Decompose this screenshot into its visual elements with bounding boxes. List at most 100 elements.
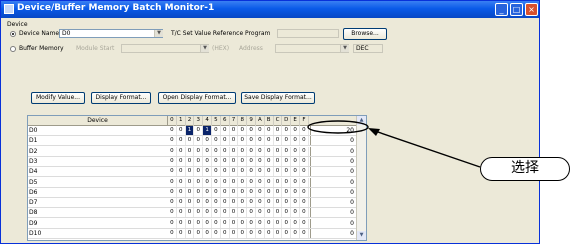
bit-cell[interactable]: 0 (282, 177, 292, 187)
bit-cell[interactable]: 0 (203, 136, 212, 146)
bit-cell[interactable]: 0 (168, 167, 177, 177)
bit-cell[interactable]: 0 (282, 208, 292, 218)
bit-cell[interactable]: 0 (203, 156, 212, 166)
bit-cell[interactable]: 0 (186, 177, 195, 187)
bit-cell[interactable]: 0 (186, 208, 195, 218)
bit-cell[interactable]: 0 (238, 208, 248, 218)
bit-cell[interactable]: 0 (247, 126, 256, 135)
table-row[interactable]: D3 0 0 0 0 0 0 0 0 0 0 0 0 0 0 0 0 0 (28, 156, 358, 167)
bit-cell[interactable]: 0 (168, 198, 177, 208)
bit-cell[interactable]: 0 (230, 177, 239, 187)
bit-cell[interactable]: 0 (177, 208, 186, 218)
bit-cell[interactable]: 0 (238, 198, 248, 208)
bit-cell[interactable]: 0 (238, 187, 248, 197)
bit-cell[interactable]: 0 (221, 208, 230, 218)
bit-cell[interactable]: 0 (282, 198, 292, 208)
open-display-format-button[interactable]: Open Display Format... (158, 92, 236, 104)
bit-cell[interactable]: 0 (168, 208, 177, 218)
bit-cell[interactable]: 0 (212, 167, 221, 177)
bit-cell[interactable]: 0 (168, 218, 177, 228)
bit-cell[interactable]: 0 (265, 198, 274, 208)
bit-cell[interactable]: 0 (168, 177, 177, 187)
bit-cell[interactable]: 0 (247, 229, 256, 238)
bit-cell[interactable]: 0 (230, 229, 239, 238)
bit-cell[interactable]: 0 (221, 146, 230, 156)
bit-cell[interactable]: 0 (238, 146, 248, 156)
module-start-input[interactable] (121, 44, 209, 53)
bit-cell[interactable]: 0 (265, 167, 274, 177)
bit-cell[interactable]: 0 (256, 136, 265, 146)
bit-cell[interactable]: 0 (282, 187, 292, 197)
value-cell[interactable]: 0 (310, 187, 356, 197)
bit-cell[interactable]: 0 (194, 218, 204, 228)
bit-cell[interactable]: 0 (212, 229, 221, 238)
address-format-select[interactable]: DEC (353, 44, 383, 53)
bit-cell[interactable]: 0 (291, 146, 300, 156)
bit-cell[interactable]: 0 (177, 136, 186, 146)
bit-cell[interactable]: 0 (168, 136, 177, 146)
bit-cell[interactable]: 0 (203, 208, 212, 218)
bit-cell[interactable]: 0 (265, 126, 274, 135)
bit-cell[interactable]: 0 (291, 126, 300, 135)
bit-cell[interactable]: 0 (282, 146, 292, 156)
bit-cell[interactable]: 0 (274, 136, 283, 146)
bit-cell[interactable]: 0 (177, 198, 186, 208)
value-cell[interactable]: 0 (310, 136, 356, 146)
bit-cell[interactable]: 0 (194, 167, 204, 177)
bit-cell[interactable]: 0 (212, 177, 221, 187)
bit-cell[interactable]: 0 (282, 218, 292, 228)
bit-cell[interactable]: 0 (238, 167, 248, 177)
value-cell[interactable]: 0 (310, 229, 356, 238)
bit-cell[interactable]: 0 (274, 156, 283, 166)
bit-cell[interactable]: 0 (256, 198, 265, 208)
bit-cell[interactable]: 0 (265, 177, 274, 187)
bit-cell[interactable]: 0 (186, 156, 195, 166)
bit-cell[interactable]: 0 (194, 208, 204, 218)
value-cell[interactable]: 0 (310, 218, 356, 228)
bit-cell[interactable]: 0 (300, 126, 309, 135)
bit-cell[interactable]: 0 (300, 136, 309, 146)
bit-cell[interactable]: 0 (212, 156, 221, 166)
bit-cell[interactable]: 0 (256, 229, 265, 238)
bit-cell[interactable]: 0 (203, 146, 212, 156)
bit-cell[interactable]: 0 (230, 136, 239, 146)
bit-cell[interactable]: 0 (274, 177, 283, 187)
bit-cell[interactable]: 0 (230, 187, 239, 197)
bit-cell[interactable]: 0 (247, 146, 256, 156)
value-cell[interactable]: 0 (310, 146, 356, 156)
bit-cell[interactable]: 0 (194, 229, 204, 238)
bit-cell[interactable]: 0 (186, 187, 195, 197)
value-cell[interactable]: 0 (310, 177, 356, 187)
bit-cell[interactable]: 0 (230, 208, 239, 218)
scroll-down-icon[interactable]: ▼ (357, 231, 366, 240)
bit-cell[interactable]: 0 (256, 126, 265, 135)
close-button[interactable]: × (525, 3, 538, 16)
save-display-format-button[interactable]: Save Display Format... (241, 92, 315, 104)
bit-cell[interactable]: 0 (203, 167, 212, 177)
bit-cell[interactable]: 0 (230, 146, 239, 156)
bit-cell[interactable]: 0 (186, 198, 195, 208)
bit-cell[interactable]: 0 (247, 156, 256, 166)
table-row[interactable]: D0 0 0 1 0 1 0 0 0 0 0 0 0 0 0 0 0 20 (28, 126, 358, 136)
chevron-down-icon[interactable]: ▼ (200, 45, 209, 52)
table-row[interactable]: D4 0 0 0 0 0 0 0 0 0 0 0 0 0 0 0 0 0 (28, 167, 358, 178)
table-row[interactable]: D2 0 0 0 0 0 0 0 0 0 0 0 0 0 0 0 0 0 (28, 146, 358, 157)
value-cell[interactable]: 0 (310, 208, 356, 218)
bit-cell[interactable]: 0 (177, 218, 186, 228)
bit-cell[interactable]: 0 (247, 218, 256, 228)
ts-value-reference-input[interactable] (277, 29, 339, 38)
chevron-down-icon[interactable]: ▼ (154, 30, 163, 37)
bit-cell[interactable]: 0 (221, 229, 230, 238)
bit-cell[interactable]: 0 (265, 187, 274, 197)
bit-cell[interactable]: 0 (300, 156, 309, 166)
bit-cell[interactable]: 0 (177, 167, 186, 177)
bit-cell[interactable]: 0 (177, 229, 186, 238)
bit-cell[interactable]: 0 (203, 177, 212, 187)
buffer-memory-radio[interactable] (10, 46, 16, 52)
bit-cell[interactable]: 0 (177, 156, 186, 166)
bit-cell[interactable]: 0 (282, 156, 292, 166)
bit-cell[interactable]: 0 (203, 187, 212, 197)
bit-cell[interactable]: 0 (221, 156, 230, 166)
bit-cell[interactable]: 0 (230, 218, 239, 228)
bit-cell[interactable]: 0 (247, 177, 256, 187)
